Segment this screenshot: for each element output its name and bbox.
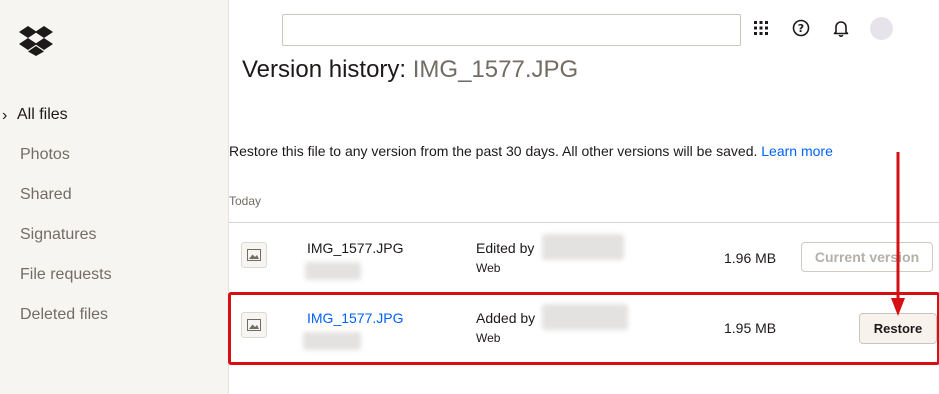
- chevron-right-icon: ›: [2, 107, 8, 124]
- section-label-today: Today: [229, 194, 262, 208]
- sidebar-nav: › All files Photos Shared Signatures Fil…: [0, 100, 228, 340]
- svg-text:?: ?: [798, 22, 804, 35]
- divider: [229, 222, 939, 223]
- sidebar: › All files Photos Shared Signatures Fil…: [0, 0, 229, 394]
- image-file-icon: [241, 242, 267, 268]
- dropbox-logo-icon[interactable]: [19, 24, 53, 56]
- sidebar-item-label: Signatures: [20, 226, 97, 243]
- avatar[interactable]: [870, 17, 893, 40]
- sidebar-item-shared[interactable]: Shared: [0, 180, 228, 220]
- sidebar-item-signatures[interactable]: Signatures: [0, 220, 228, 260]
- help-icon[interactable]: ?: [791, 18, 811, 38]
- sidebar-item-deleted-files[interactable]: Deleted files: [0, 300, 228, 340]
- sidebar-item-label: Photos: [20, 146, 70, 163]
- version-action: Edited by: [476, 240, 535, 256]
- sidebar-item-label: File requests: [20, 266, 112, 283]
- version-row: IMG_1577.JPG Edited by Web 1.96 MB Curre…: [229, 224, 939, 294]
- title-file-name: IMG_1577.JPG: [412, 56, 579, 83]
- sidebar-item-file-requests[interactable]: File requests: [0, 260, 228, 300]
- sidebar-item-photos[interactable]: Photos: [0, 140, 228, 180]
- description-text: Restore this file to any version from th…: [229, 143, 758, 159]
- redacted-user-name: [542, 234, 624, 260]
- sidebar-item-all-files[interactable]: › All files: [0, 100, 228, 140]
- version-via: Web: [476, 261, 501, 275]
- page-title: Version history: IMG_1577.JPG: [242, 56, 578, 84]
- version-row: IMG_1577.JPG Added by Web 1.95 MB Restor…: [229, 294, 939, 364]
- search-input[interactable]: [282, 14, 741, 46]
- redacted-user-name: [542, 304, 628, 330]
- version-size: 1.96 MB: [724, 250, 777, 266]
- version-file-name: IMG_1577.JPG: [307, 240, 404, 256]
- sidebar-item-label: Deleted files: [20, 306, 109, 323]
- title-prefix: Version history:: [242, 56, 407, 83]
- image-file-icon: [241, 312, 267, 338]
- bell-icon[interactable]: [831, 18, 851, 38]
- version-size: 1.95 MB: [724, 320, 777, 336]
- learn-more-link[interactable]: Learn more: [761, 143, 833, 159]
- description: Restore this file to any version from th…: [229, 143, 833, 159]
- version-via: Web: [476, 331, 501, 345]
- redacted-timestamp: [303, 332, 361, 350]
- sidebar-item-label: All files: [17, 106, 68, 123]
- version-file-name-link[interactable]: IMG_1577.JPG: [307, 310, 404, 326]
- version-action: Added by: [476, 310, 536, 326]
- redacted-timestamp: [305, 262, 361, 280]
- annotation-arrow-icon: [891, 152, 905, 316]
- sidebar-item-label: Shared: [20, 186, 72, 203]
- apps-grid-icon[interactable]: [751, 18, 771, 38]
